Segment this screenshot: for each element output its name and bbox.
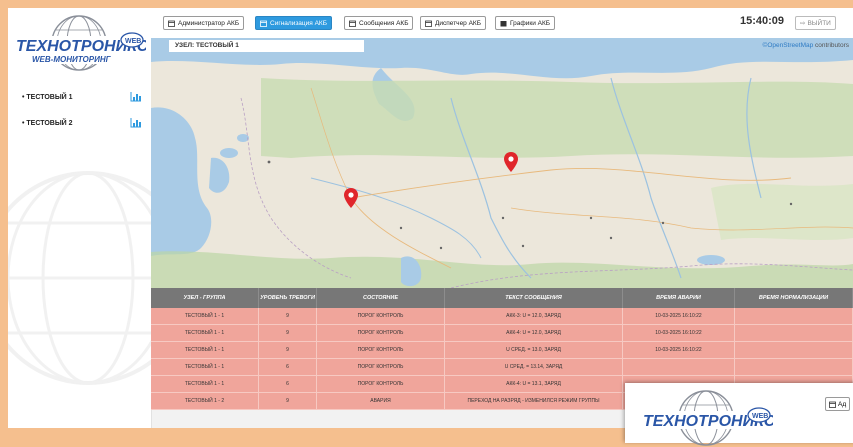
column-header[interactable]: ВРЕМЯ АВАРИИ: [623, 288, 735, 308]
calendar-icon: [425, 20, 432, 27]
map-attribution: ©OpenStreetMap contributors: [763, 42, 849, 49]
calendar-icon: [168, 20, 175, 27]
app-window: ТЕХНОТРОНИКС WEB-МОНИТОРИНГ WEB • ТЕСТОВ…: [8, 8, 853, 428]
cell-normalization-time: [735, 308, 853, 324]
map-view[interactable]: УЗЕЛ: ТЕСТОВЫЙ 1 ©OpenStreetMap contribu…: [151, 38, 853, 288]
cell-alarm-time: [623, 359, 735, 375]
cell-message: АКК-4: U = 12.0, ЗАРЯД: [445, 325, 623, 341]
svg-text:WEB: WEB: [752, 413, 768, 420]
osm-link[interactable]: ©OpenStreetMap: [763, 42, 814, 49]
tab-label: Сообщения АКБ: [359, 19, 409, 27]
sidebar-item-test-1[interactable]: • ТЕСТОВЫЙ 1: [22, 89, 142, 105]
cell-node-group: ТЕСТОВЫЙ 1 - 1: [151, 308, 259, 324]
tab-label: Диспетчер АКБ: [435, 19, 481, 27]
cell-alarm-time: 10-03-2025 16:10:22: [623, 342, 735, 358]
node-title: УЗЕЛ: ТЕСТОВЫЙ 1: [169, 40, 364, 52]
cell-alarm-level: 9: [259, 325, 317, 341]
cell-state: ПОРОГ КОНТРОЛЬ: [317, 342, 445, 358]
sidebar-item-label: • ТЕСТОВЫЙ 2: [22, 119, 73, 127]
cell-alarm-level: 9: [259, 393, 317, 409]
cell-state: ПОРОГ КОНТРОЛЬ: [317, 376, 445, 392]
preview-button-label: Ад: [838, 400, 847, 408]
cell-normalization-time: [735, 325, 853, 341]
cell-message: АКК-3: U = 12.0, ЗАРЯД: [445, 308, 623, 324]
square-icon: [500, 20, 507, 26]
cell-alarm-time: 10-03-2025 16:10:22: [623, 325, 735, 341]
globe-watermark-icon: [8, 171, 151, 385]
cell-alarm-time: 10-03-2025 16:10:22: [623, 308, 735, 324]
column-header[interactable]: ВРЕМЯ НОРМАЛИЗАЦИИ: [735, 288, 853, 308]
cell-alarm-level: 9: [259, 308, 317, 324]
bar-chart-icon[interactable]: [130, 92, 142, 102]
cell-state: АВАРИЯ: [317, 393, 445, 409]
cell-node-group: ТЕСТОВЫЙ 1 - 1: [151, 376, 259, 392]
cell-node-group: ТЕСТОВЫЙ 1 - 1: [151, 342, 259, 358]
technotronics-logo: ТЕХНОТРОНИКС WEB: [641, 390, 773, 446]
preview-admin-button[interactable]: Ад: [825, 397, 851, 411]
table-row[interactable]: ТЕСТОВЫЙ 1 - 1 9 ПОРОГ КОНТРОЛЬ АКК-3: U…: [151, 308, 853, 325]
cell-state: ПОРОГ КОНТРОЛЬ: [317, 325, 445, 341]
cell-alarm-level: 9: [259, 342, 317, 358]
cell-message: U СРЕД. = 13.14, ЗАРЯД: [445, 359, 623, 375]
table-row[interactable]: ТЕСТОВЫЙ 1 - 1 9 ПОРОГ КОНТРОЛЬ АКК-4: U…: [151, 325, 853, 342]
clock-time: 15:40:09: [740, 15, 785, 27]
calendar-icon: [260, 20, 267, 27]
sidebar-item-label: • ТЕСТОВЫЙ 1: [22, 93, 73, 101]
column-header[interactable]: УЗЕЛ - ГРУППА: [151, 288, 259, 308]
cell-alarm-level: 6: [259, 376, 317, 392]
svg-text:WEB-МОНИТОРИНГ: WEB-МОНИТОРИНГ: [32, 55, 112, 64]
location-marker-icon[interactable]: [504, 152, 518, 172]
cell-normalization-time: [735, 359, 853, 375]
cell-node-group: ТЕСТОВЫЙ 1 - 1: [151, 325, 259, 341]
cell-state: ПОРОГ КОНТРОЛЬ: [317, 359, 445, 375]
tab-battery-messages[interactable]: Сообщения АКБ: [344, 16, 414, 30]
column-header[interactable]: СОСТОЯНИЕ: [317, 288, 445, 308]
tab-battery-admin[interactable]: Администратор АКБ: [163, 16, 245, 30]
tab-label: Графики АКБ: [510, 19, 551, 27]
svg-text:WEB: WEB: [125, 38, 141, 45]
table-row[interactable]: ТЕСТОВЫЙ 1 - 1 6 ПОРОГ КОНТРОЛЬ U СРЕД. …: [151, 359, 853, 376]
sidebar: ТЕХНОТРОНИКС WEB-МОНИТОРИНГ WEB • ТЕСТОВ…: [8, 8, 152, 428]
column-header[interactable]: УРОВЕНЬ ТРЕВОГИ: [259, 288, 317, 308]
table-row[interactable]: ТЕСТОВЫЙ 1 - 1 9 ПОРОГ КОНТРОЛЬ U СРЕД. …: [151, 342, 853, 359]
cell-node-group: ТЕСТОВЫЙ 1 - 1: [151, 359, 259, 375]
cell-message: АКК-4: U = 13.1, ЗАРЯД: [445, 376, 623, 392]
logout-icon: ⇨: [800, 20, 806, 27]
tab-battery-charts[interactable]: Графики АКБ: [495, 16, 556, 30]
cell-state: ПОРОГ КОНТРОЛЬ: [317, 308, 445, 324]
cell-message: ПЕРЕХОД НА РАЗРЯД - ИЗМЕНИЛСЯ РЕЖИМ ГРУП…: [445, 393, 623, 409]
table-header: УЗЕЛ - ГРУППА УРОВЕНЬ ТРЕВОГИ СОСТОЯНИЕ …: [151, 288, 853, 308]
cell-node-group: ТЕСТОВЫЙ 1 - 2: [151, 393, 259, 409]
logout-button[interactable]: ⇨ ВЫЙТИ: [795, 16, 836, 30]
bar-chart-icon[interactable]: [130, 118, 142, 128]
column-header[interactable]: ТЕКСТ СООБЩЕНИЯ: [445, 288, 623, 308]
tab-battery-dispatcher[interactable]: Диспетчер АКБ: [420, 16, 486, 30]
calendar-icon: [349, 20, 356, 27]
calendar-icon: [829, 401, 836, 408]
technotronics-logo: ТЕХНОТРОНИКС WEB-МОНИТОРИНГ WEB: [14, 15, 146, 71]
attribution-text: contributors: [813, 42, 849, 49]
logout-label: ВЫЙТИ: [807, 19, 831, 27]
cell-alarm-level: 6: [259, 359, 317, 375]
cell-message: U СРЕД. = 13.0, ЗАРЯД: [445, 342, 623, 358]
tab-battery-alarms[interactable]: Сигнализация АКБ: [255, 16, 332, 30]
location-marker-icon[interactable]: [344, 188, 358, 208]
tab-label: Администратор АКБ: [178, 19, 240, 27]
tab-label: Сигнализация АКБ: [270, 19, 327, 27]
map-tiles[interactable]: [151, 38, 853, 288]
top-toolbar: Администратор АКБ Сигнализация АКБ Сообщ…: [151, 8, 853, 38]
cell-normalization-time: [735, 342, 853, 358]
window-preview[interactable]: ТЕХНОТРОНИКС WEB Ад: [625, 383, 853, 446]
